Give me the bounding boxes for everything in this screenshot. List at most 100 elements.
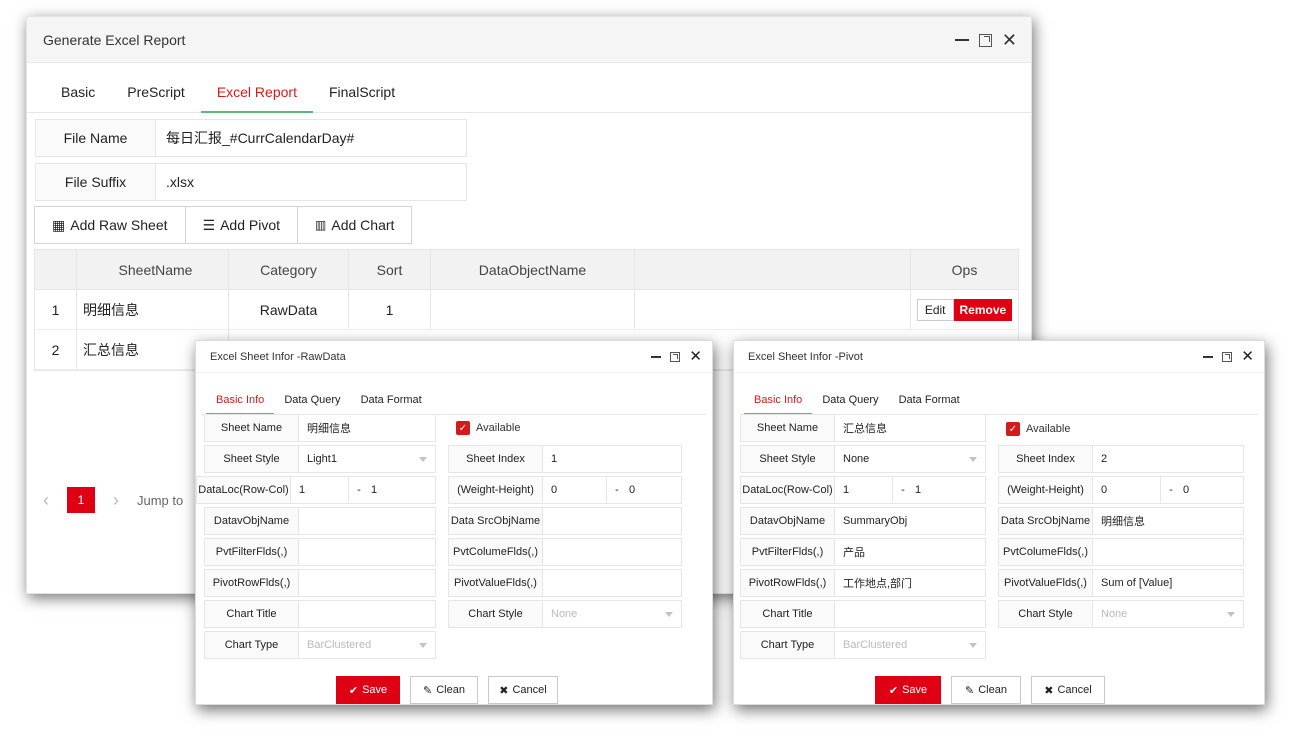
chart-style-select[interactable]: None <box>1093 601 1243 627</box>
next-page-icon[interactable]: › <box>105 490 127 511</box>
save-button[interactable]: ✔ Save <box>336 676 400 704</box>
chevron-down-icon <box>1227 612 1235 617</box>
chart-type-field: Chart Type BarClustered <box>740 631 986 659</box>
chart-title-field: Chart Title <box>204 600 436 628</box>
minimize-icon[interactable] <box>954 39 969 41</box>
add-chart-button[interactable]: ▥ Add Chart <box>298 207 411 243</box>
pvtcolume-field: PvtColumeFlds(,) <box>448 538 682 566</box>
minimize-icon[interactable] <box>651 356 662 358</box>
add-pivot-label: Add Pivot <box>220 217 281 233</box>
cancel-button[interactable]: ✖ Cancel <box>1031 676 1105 704</box>
tab-data-query[interactable]: Data Query <box>274 394 350 414</box>
available-checkbox[interactable]: ✓ Available <box>456 421 520 435</box>
save-button[interactable]: ✔ Save <box>875 676 941 704</box>
chart-type-select[interactable]: BarClustered <box>299 632 435 658</box>
datasrc-label: Data SrcObjName <box>449 508 543 534</box>
edit-button[interactable]: Edit <box>916 298 954 321</box>
tab-data-format[interactable]: Data Format <box>351 394 432 414</box>
datasrc-input[interactable]: 明细信息 <box>1093 508 1243 534</box>
chart-type-value: BarClustered <box>307 639 372 651</box>
rawdata-sheet-dialog: Excel Sheet Infor -RawData ✕ Basic Info … <box>195 340 713 705</box>
sheet-style-field: Sheet Style None <box>740 445 986 473</box>
pivot-sheet-dialog: Excel Sheet Infor -Pivot ✕ Basic Info Da… <box>733 340 1265 705</box>
sheet-name-input[interactable]: 汇总信息 <box>835 415 985 441</box>
minimize-icon[interactable] <box>1203 356 1214 358</box>
add-pivot-button[interactable]: ☰ Add Pivot <box>186 207 299 243</box>
header-blank <box>635 250 911 289</box>
available-checkbox[interactable]: ✓ Available <box>1006 422 1070 436</box>
sheet-index-input[interactable]: 2 <box>1093 446 1243 472</box>
tab-excel-report[interactable]: Excel Report <box>200 84 314 113</box>
add-raw-sheet-button[interactable]: ▦ Add Raw Sheet <box>35 207 186 243</box>
file-name-input[interactable]: 每日汇报_#CurrCalendarDay# <box>156 120 466 156</box>
jump-to-label: Jump to <box>137 492 184 508</box>
eraser-icon: ✎ <box>423 684 433 697</box>
sheet-name-field: Sheet Name 汇总信息 <box>740 414 986 442</box>
datavobj-input[interactable] <box>299 508 435 534</box>
chart-type-value: BarClustered <box>843 639 908 651</box>
tab-basic-info[interactable]: Basic Info <box>744 394 813 415</box>
dialog-buttons: ✔ Save ✎ Clean ✖ Cancel <box>875 676 1105 704</box>
dataloc-col-input[interactable]: 1 <box>913 477 985 503</box>
maximize-icon[interactable] <box>1222 352 1233 362</box>
prev-page-icon[interactable]: ‹ <box>35 490 57 511</box>
datavobj-input[interactable]: SummaryObj <box>835 508 985 534</box>
remove-button[interactable]: Remove <box>953 298 1013 321</box>
sheet-index-field: Sheet Index 2 <box>998 445 1244 473</box>
tab-data-format[interactable]: Data Format <box>889 394 970 414</box>
pvtcolume-input[interactable] <box>543 539 681 565</box>
tab-basic-info[interactable]: Basic Info <box>206 394 275 415</box>
close-icon[interactable]: ✕ <box>1241 349 1254 364</box>
sheet-style-select[interactable]: None <box>835 446 985 472</box>
weight-input[interactable]: 0 <box>1093 477 1161 503</box>
datasrc-input[interactable] <box>543 508 681 534</box>
sheet-style-select[interactable]: Light1 <box>299 446 435 472</box>
chart-title-input[interactable] <box>835 601 985 627</box>
sheet-style-value: None <box>843 453 870 465</box>
tab-prescript[interactable]: PreScript <box>111 84 201 112</box>
pvtfilter-input[interactable]: 产品 <box>835 539 985 565</box>
chart-title-input[interactable] <box>299 601 435 627</box>
file-suffix-input[interactable]: .xlsx <box>156 164 466 200</box>
maximize-icon[interactable] <box>978 33 992 47</box>
pivotrow-input[interactable]: 工作地点,部门 <box>835 570 985 596</box>
chart-type-select[interactable]: BarClustered <box>835 632 985 658</box>
page-current[interactable]: 1 <box>67 487 95 513</box>
dialog-title: Excel Sheet Infor -RawData <box>196 341 712 373</box>
height-input[interactable]: 0 <box>627 477 681 503</box>
datasrc-field: Data SrcObjName <box>448 507 682 535</box>
bar-chart-icon: ▥ <box>315 218 327 232</box>
maximize-icon[interactable] <box>670 352 681 362</box>
clean-button[interactable]: ✎ Clean <box>410 676 478 704</box>
sheet-index-input[interactable]: 1 <box>543 446 681 472</box>
check-icon: ✓ <box>1006 422 1020 436</box>
dataloc-row-input[interactable]: 1 <box>835 477 893 503</box>
sheet-name-input[interactable]: 明细信息 <box>299 415 435 441</box>
close-icon[interactable]: ✕ <box>1002 31 1017 49</box>
clean-button[interactable]: ✎ Clean <box>951 676 1021 704</box>
tab-data-query[interactable]: Data Query <box>812 394 888 414</box>
check-icon: ✔ <box>888 684 899 697</box>
close-icon[interactable]: ✕ <box>689 349 702 364</box>
height-input[interactable]: 0 <box>1181 477 1243 503</box>
pivotvalue-input[interactable]: Sum of [Value] <box>1093 570 1243 596</box>
cancel-button[interactable]: ✖ Cancel <box>488 676 558 704</box>
pvtcolume-field: PvtColumeFlds(,) <box>998 538 1244 566</box>
pvtfilter-input[interactable] <box>299 539 435 565</box>
pvtcolume-input[interactable] <box>1093 539 1243 565</box>
table-row[interactable]: 1 明细信息 RawData 1 Edit Remove <box>35 290 1018 330</box>
sheet-name-label: Sheet Name <box>205 415 299 441</box>
available-label: Available <box>1026 423 1071 435</box>
pivotvalue-input[interactable] <box>543 570 681 596</box>
weight-input[interactable]: 0 <box>543 477 607 503</box>
dataloc-col-input[interactable]: 1 <box>369 477 435 503</box>
row-index: 2 <box>35 330 77 369</box>
dataloc-row-input[interactable]: 1 <box>291 477 349 503</box>
tab-finalscript[interactable]: FinalScript <box>313 84 411 112</box>
pivotrow-input[interactable] <box>299 570 435 596</box>
chart-style-select[interactable]: None <box>543 601 681 627</box>
weight-height-field: (Weight-Height) 0 - 0 <box>998 476 1244 504</box>
chart-style-label: Chart Style <box>999 601 1093 627</box>
tab-basic[interactable]: Basic <box>45 84 111 112</box>
row-ops: Edit Remove <box>911 290 1018 329</box>
